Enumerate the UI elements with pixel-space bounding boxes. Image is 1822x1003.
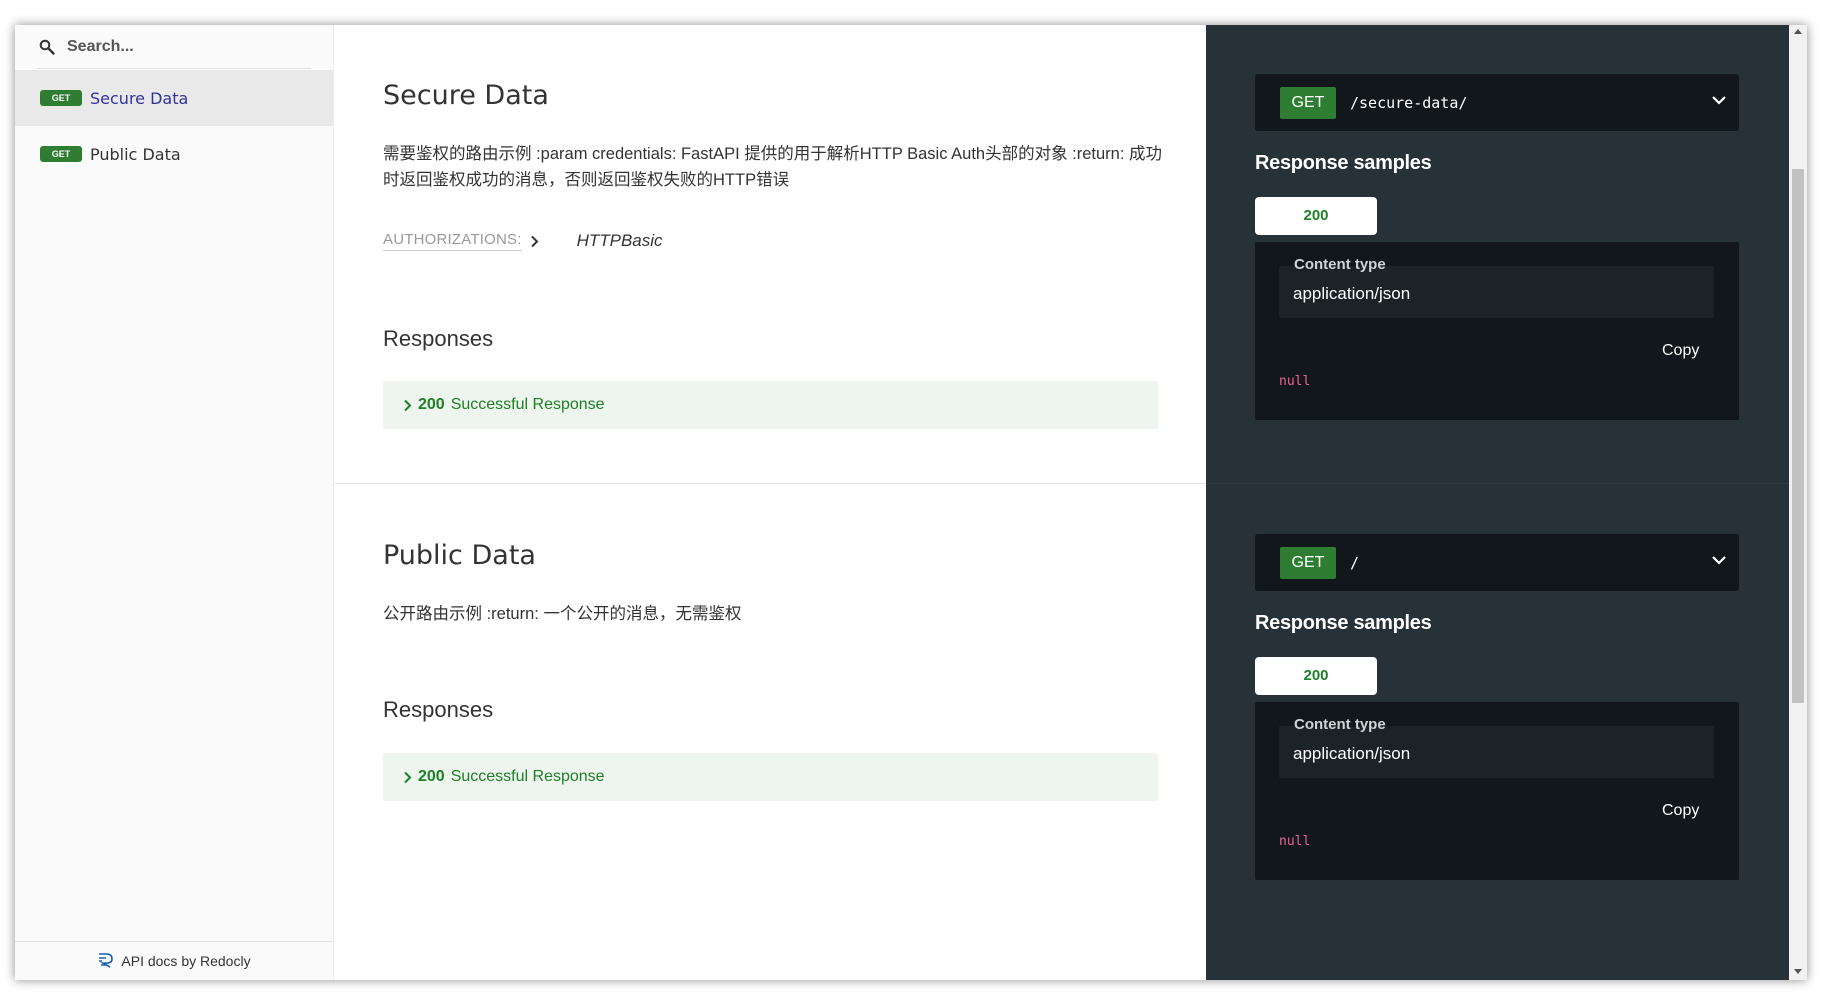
responses-heading: Responses bbox=[383, 326, 494, 351]
section-divider bbox=[1206, 483, 1789, 484]
response-code: 200 bbox=[418, 768, 445, 785]
response-tab-200[interactable]: 200 bbox=[1255, 197, 1377, 235]
response-200-toggle[interactable]: 200 Successful Response bbox=[383, 753, 1158, 801]
content-type-label: Content type bbox=[1294, 716, 1386, 733]
redocly-label: API docs by Redocly bbox=[121, 953, 251, 969]
chevron-down-icon bbox=[1711, 553, 1727, 571]
operation-description: 需要鉴权的路由示例 :param credentials: FastAPI 提供… bbox=[383, 145, 1163, 189]
chevron-right-icon[interactable] bbox=[530, 235, 539, 248]
sample-value: null bbox=[1279, 374, 1311, 389]
redocly-link[interactable]: API docs by Redocly bbox=[15, 941, 333, 980]
response-samples-heading: Response samples bbox=[1255, 152, 1432, 174]
browser-viewport: GET Secure Data GET Public Data API docs… bbox=[15, 25, 1807, 980]
response-samples-heading: Response samples bbox=[1255, 612, 1432, 634]
response-code: 200 bbox=[418, 396, 445, 413]
content-type-value: application/json bbox=[1293, 284, 1411, 303]
endpoint-dropdown[interactable]: GET /secure-data/ bbox=[1255, 74, 1739, 131]
search-bar bbox=[37, 25, 311, 69]
endpoint-path: /secure-data/ bbox=[1350, 93, 1468, 112]
response-sample-box: application/json Content type Copy null bbox=[1255, 702, 1739, 880]
sidebar-item-secure-data[interactable]: GET Secure Data bbox=[15, 70, 333, 126]
sidebar-item-label: Secure Data bbox=[90, 88, 189, 108]
scroll-up-arrow-icon[interactable] bbox=[1794, 29, 1802, 34]
get-method-badge: GET bbox=[40, 90, 82, 106]
scroll-down-arrow-icon[interactable] bbox=[1794, 969, 1802, 974]
operation-title: Public Data bbox=[383, 540, 536, 571]
samples-panel: GET /secure-data/ Response samples 200 a… bbox=[1206, 25, 1789, 980]
section-divider bbox=[334, 483, 1206, 484]
copy-button[interactable]: Copy bbox=[1662, 342, 1699, 360]
endpoint-dropdown[interactable]: GET / bbox=[1255, 534, 1739, 591]
content-type-label: Content type bbox=[1294, 256, 1386, 273]
chevron-right-icon bbox=[403, 771, 412, 784]
response-description: Successful Response bbox=[450, 396, 605, 413]
copy-button[interactable]: Copy bbox=[1662, 802, 1699, 820]
get-method-badge: GET bbox=[40, 146, 82, 162]
get-method-badge: GET bbox=[1280, 546, 1336, 579]
sidebar-item-public-data[interactable]: GET Public Data bbox=[15, 126, 333, 182]
content-type-value: application/json bbox=[1293, 744, 1411, 763]
authorization-scheme: HTTPBasic bbox=[576, 231, 663, 250]
chevron-down-icon bbox=[1711, 93, 1727, 111]
response-description: Successful Response bbox=[450, 768, 605, 785]
sidebar-item-label: Public Data bbox=[90, 144, 181, 164]
sample-value: null bbox=[1279, 834, 1311, 849]
get-method-badge: GET bbox=[1280, 86, 1336, 119]
content-type-select[interactable]: application/json bbox=[1279, 266, 1714, 318]
scrollbar-thumb[interactable] bbox=[1792, 169, 1804, 703]
chevron-right-icon bbox=[403, 399, 412, 412]
responses-heading: Responses bbox=[383, 697, 494, 722]
operation-description: 公开路由示例 :return: 一个公开的消息，无需鉴权 bbox=[383, 605, 742, 623]
response-sample-box: application/json Content type Copy null bbox=[1255, 242, 1739, 420]
redocly-logo-icon bbox=[97, 951, 121, 972]
operation-title: Secure Data bbox=[383, 80, 549, 111]
response-200-toggle[interactable]: 200 Successful Response bbox=[383, 381, 1158, 429]
authorizations-row: AUTHORIZATIONS: HTTPBasic bbox=[383, 231, 663, 251]
response-tab-200[interactable]: 200 bbox=[1255, 657, 1377, 695]
authorizations-label[interactable]: AUTHORIZATIONS: bbox=[383, 231, 522, 251]
content-type-select[interactable]: application/json bbox=[1279, 726, 1714, 778]
sidebar: GET Secure Data GET Public Data API docs… bbox=[15, 25, 334, 980]
endpoint-path: / bbox=[1350, 553, 1360, 572]
search-input[interactable] bbox=[67, 37, 287, 56]
operations-content: Secure Data 需要鉴权的路由示例 :param credentials… bbox=[334, 25, 1206, 980]
search-icon bbox=[39, 38, 57, 56]
page-scrollbar[interactable] bbox=[1789, 25, 1807, 980]
